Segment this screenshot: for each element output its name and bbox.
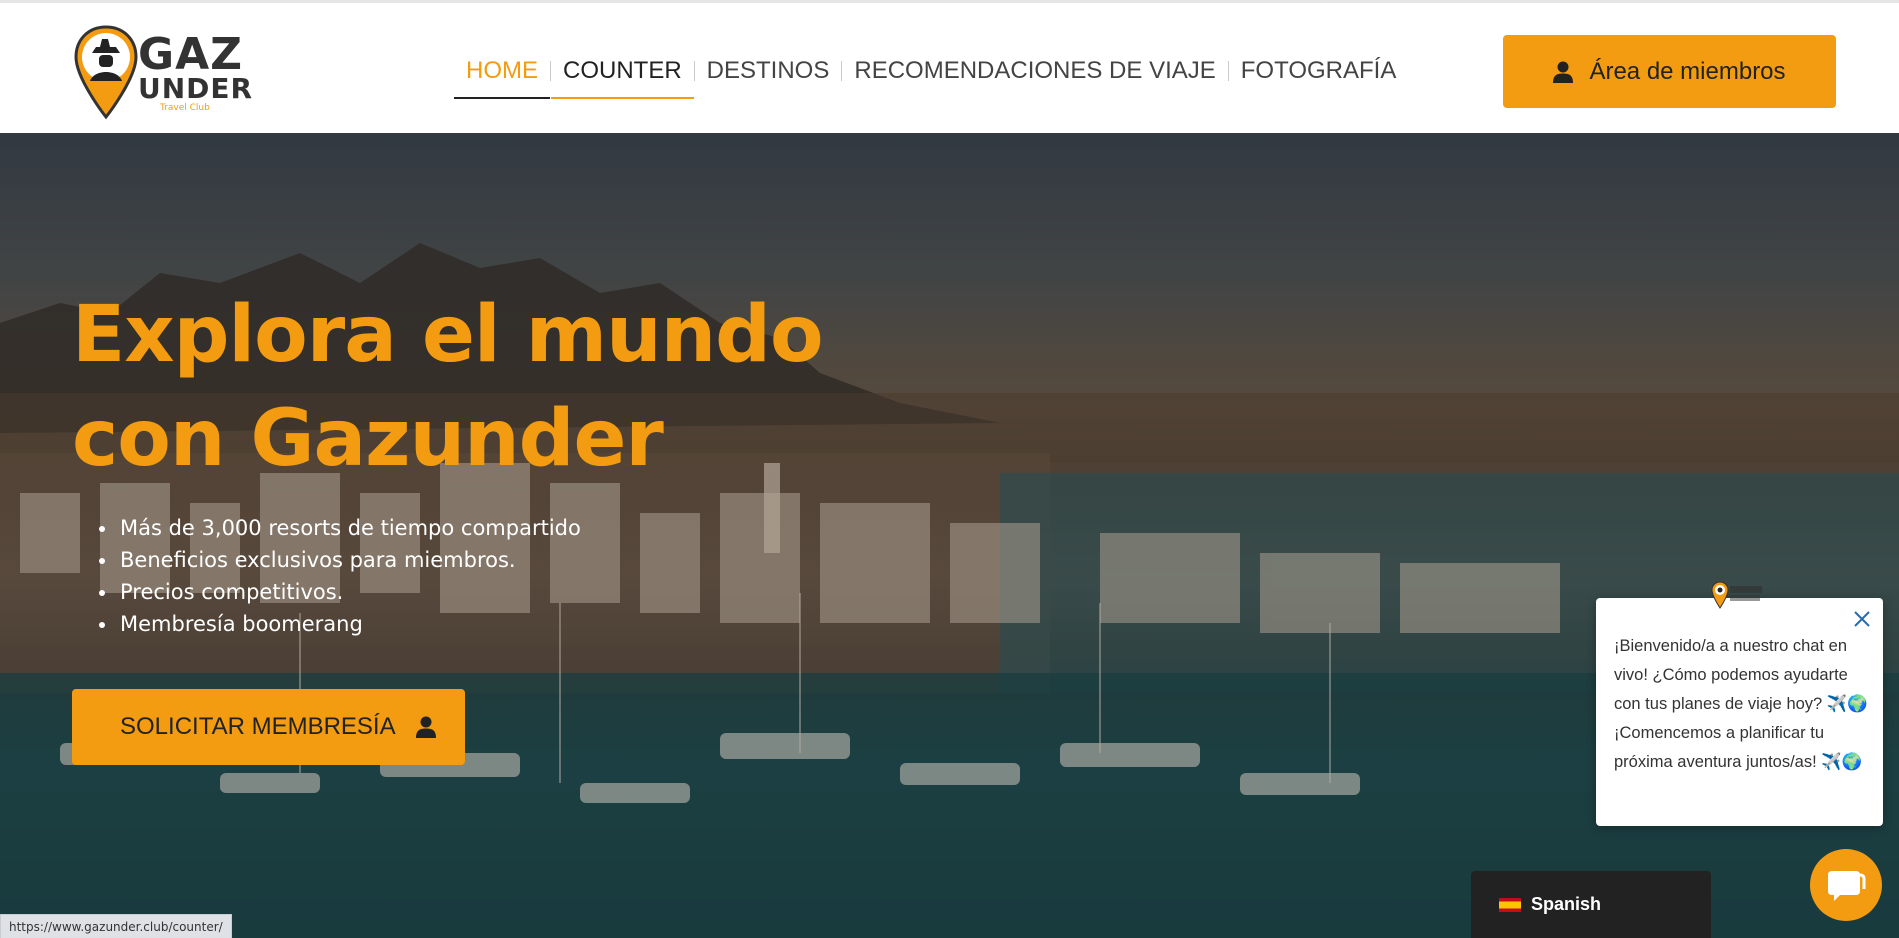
main-nav: HOME COUNTER DESTINOS RECOMENDACIONES DE…	[454, 49, 1408, 99]
nav-item-label: FOTOGRAFÍA	[1240, 57, 1397, 84]
chat-launcher-button[interactable]	[1810, 849, 1882, 921]
list-item: Membresía boomerang	[118, 608, 581, 640]
nav-item-destinos[interactable]: DESTINOS	[695, 49, 842, 93]
hero-title-line1: Explora el mundo	[72, 290, 824, 380]
site-header: GAZ UNDER Travel Club HOME COUNTER DESTI…	[0, 3, 1899, 133]
chat-welcome-popup: ¡Bienvenido/a a nuestro chat en vivo! ¿C…	[1596, 598, 1883, 826]
list-item: Beneficios exclusivos para miembros.	[118, 544, 581, 576]
members-area-button[interactable]: Área de miembros	[1503, 35, 1836, 108]
apply-membership-button[interactable]: SOLICITAR MEMBRESÍA	[72, 689, 465, 765]
language-switcher[interactable]: Spanish	[1471, 871, 1711, 938]
logo-gaz-text: GAZ	[138, 29, 244, 80]
nav-item-home[interactable]: HOME	[454, 49, 550, 99]
members-area-label: Área de miembros	[1589, 57, 1786, 85]
nav-item-counter[interactable]: COUNTER	[551, 49, 694, 99]
chat-welcome-text: ¡Bienvenido/a a nuestro chat en vivo! ¿C…	[1614, 637, 1868, 771]
hero-title-line2: con Gazunder	[72, 394, 664, 484]
logo-under-text: UNDER	[138, 72, 254, 105]
site-logo[interactable]: GAZ UNDER Travel Club	[72, 23, 252, 121]
list-item: Precios competitivos.	[118, 576, 581, 608]
list-item: Más de 3,000 resorts de tiempo compartid…	[118, 512, 581, 544]
apply-membership-label: SOLICITAR MEMBRESÍA	[120, 713, 396, 740]
nav-active-underline	[454, 97, 550, 99]
language-label: Spanish	[1531, 894, 1602, 914]
hero-benefits-list: Más de 3,000 resorts de tiempo compartid…	[118, 512, 581, 640]
chat-bubble-icon	[1828, 871, 1866, 901]
nav-item-fotografia[interactable]: FOTOGRAFÍA	[1229, 49, 1409, 93]
spain-flag-icon	[1499, 897, 1521, 912]
nav-item-label: RECOMENDACIONES DE VIAJE	[854, 57, 1216, 84]
nav-item-recomendaciones[interactable]: RECOMENDACIONES DE VIAJE	[842, 49, 1227, 93]
nav-hover-underline	[551, 97, 694, 99]
logo-wordmark: GAZ UNDER	[138, 33, 253, 103]
user-icon	[1553, 61, 1574, 83]
browser-status-url: https://www.gazunder.club/counter/	[0, 914, 232, 938]
user-icon	[415, 716, 436, 738]
nav-item-label: COUNTER	[563, 57, 682, 84]
nav-item-label: DESTINOS	[706, 57, 830, 84]
nav-item-label: HOME	[466, 57, 538, 84]
close-icon[interactable]	[1851, 608, 1873, 630]
logo-pin-icon	[74, 25, 138, 120]
logo-tagline: Travel Club	[160, 103, 210, 113]
hero-title: Explora el mundo con Gazunder	[72, 283, 832, 491]
chat-logo-icon	[1711, 581, 1762, 609]
